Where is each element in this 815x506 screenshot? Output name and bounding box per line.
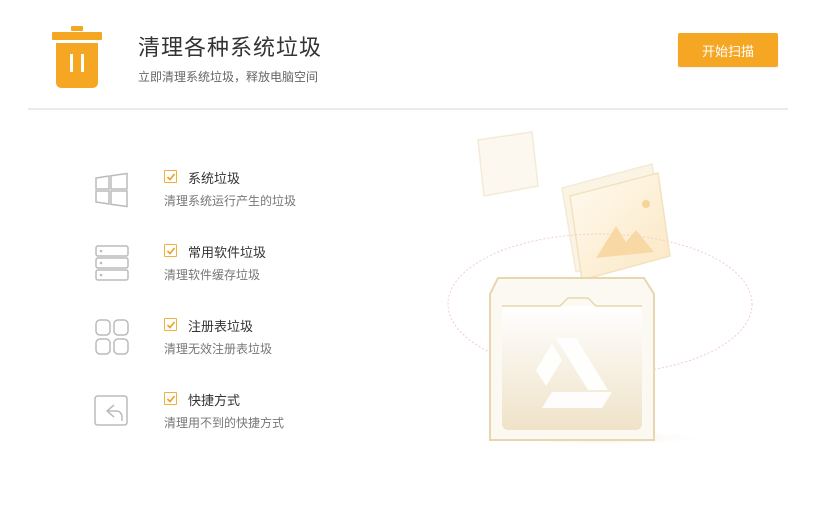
item-title: 快捷方式 (188, 394, 241, 409)
clean-item-registry: 注册表垃圾 清理无效注册表垃圾 (0, 318, 420, 378)
item-description: 清理用不到的快捷方式 (164, 416, 285, 430)
system-junk-checkbox[interactable] (164, 170, 177, 183)
software-junk-checkbox[interactable] (164, 244, 177, 257)
header: 清理各种系统垃圾 立即清理系统垃圾，释放电脑空间 开始扫描 (0, 0, 815, 110)
item-description: 清理系统运行产生的垃圾 (164, 194, 297, 208)
item-description: 清理无效注册表垃圾 (164, 342, 273, 356)
item-title: 注册表垃圾 (188, 320, 254, 335)
header-divider (28, 108, 788, 110)
windows-icon (94, 170, 130, 210)
item-title: 系统垃圾 (188, 172, 241, 187)
trash-icon (52, 26, 102, 88)
grid-icon (94, 318, 130, 358)
clean-item-software: 常用软件垃圾 清理软件缓存垃圾 (0, 244, 420, 304)
database-icon (94, 244, 130, 284)
clean-item-shortcuts: 快捷方式 清理用不到的快捷方式 (0, 392, 420, 452)
item-description: 清理软件缓存垃圾 (164, 268, 261, 282)
page-title: 清理各种系统垃圾 (138, 36, 323, 61)
shortcut-icon (94, 392, 130, 432)
registry-junk-checkbox[interactable] (164, 318, 177, 331)
cleaning-illustration (430, 118, 770, 458)
page-subtitle: 立即清理系统垃圾，释放电脑空间 (138, 70, 319, 84)
start-scan-button[interactable]: 开始扫描 (678, 33, 778, 67)
item-title: 常用软件垃圾 (188, 246, 267, 261)
shortcut-checkbox[interactable] (164, 392, 177, 405)
clean-item-system: 系统垃圾 清理系统运行产生的垃圾 (0, 170, 420, 230)
cleaner-page: 清理各种系统垃圾 立即清理系统垃圾，释放电脑空间 开始扫描 系统垃圾 清理系统运… (0, 0, 815, 506)
